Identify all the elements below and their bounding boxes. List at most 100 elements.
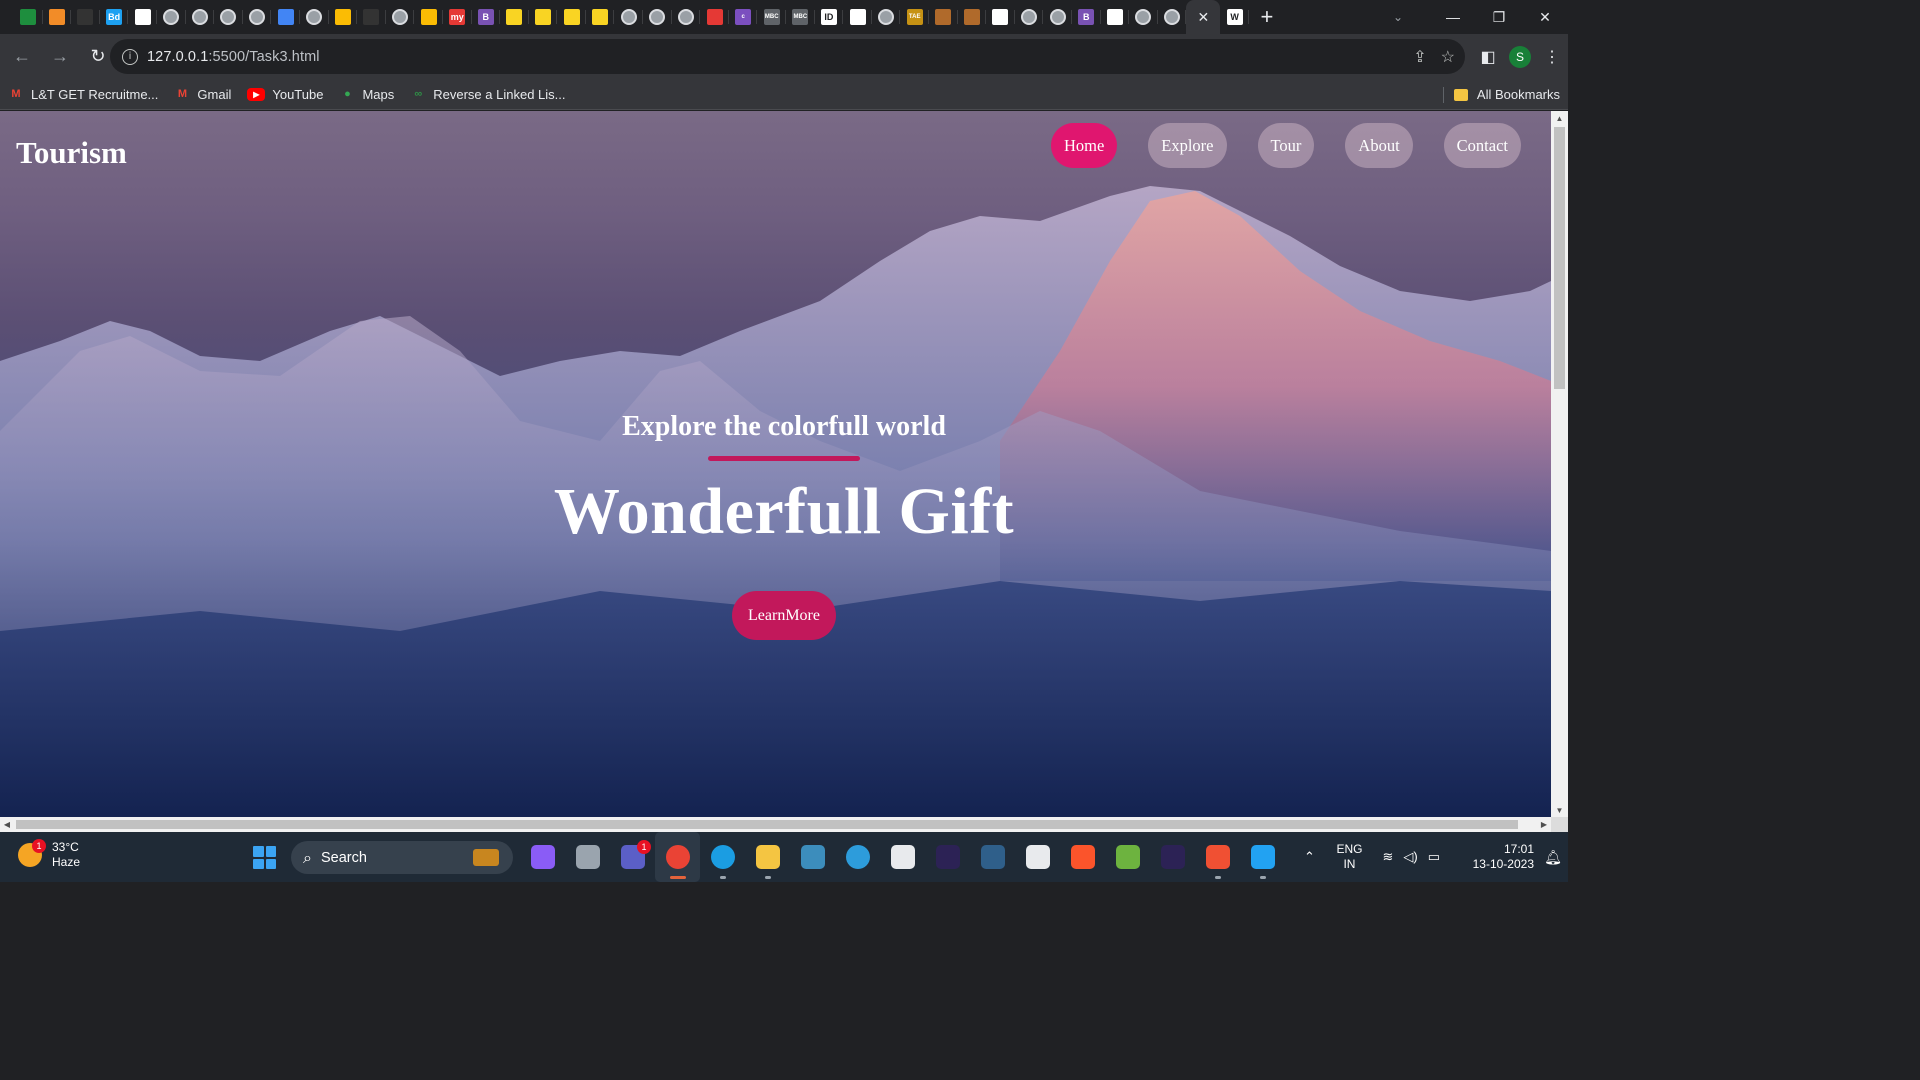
browser-tab[interactable]: MBC bbox=[786, 0, 815, 34]
browser-tab[interactable] bbox=[1043, 0, 1072, 34]
browser-tab[interactable] bbox=[614, 0, 643, 34]
nav-contact[interactable]: Contact bbox=[1443, 123, 1521, 168]
nav-home[interactable]: Home bbox=[1050, 123, 1118, 168]
browser-tab[interactable] bbox=[214, 0, 243, 34]
browser-tab[interactable] bbox=[1158, 0, 1187, 34]
nav-explore[interactable]: Explore bbox=[1148, 123, 1227, 168]
git-taskbar-button[interactable] bbox=[1195, 832, 1240, 882]
url-text[interactable]: 127.0.0.1:5500/Task3.html bbox=[147, 49, 320, 65]
quick-settings[interactable]: ≋ ◁) ▭ bbox=[1374, 849, 1448, 865]
browser-tab[interactable] bbox=[872, 0, 901, 34]
profile-button[interactable]: S bbox=[1504, 41, 1536, 73]
close-window-button[interactable]: ✕ bbox=[1522, 0, 1568, 34]
bookmark-item[interactable]: M L&T GET Recruitme... bbox=[0, 80, 166, 108]
scroll-down-icon[interactable]: ▼ bbox=[1551, 803, 1568, 817]
browser-tab[interactable]: c bbox=[729, 0, 758, 34]
browser-tab[interactable] bbox=[271, 0, 300, 34]
spring-taskbar-button[interactable] bbox=[1105, 832, 1150, 882]
scroll-right-icon[interactable]: ▶ bbox=[1537, 817, 1551, 832]
file-explorer-taskbar-button[interactable] bbox=[745, 832, 790, 882]
address-bar[interactable]: i 127.0.0.1:5500/Task3.html ⇪ ☆ bbox=[110, 39, 1465, 74]
browser-tab[interactable] bbox=[1015, 0, 1044, 34]
bookmark-item[interactable]: ● Maps bbox=[331, 80, 402, 108]
browser-tab[interactable] bbox=[843, 0, 872, 34]
scroll-thumb[interactable] bbox=[1554, 127, 1565, 389]
side-panel-button[interactable]: ◧ bbox=[1472, 41, 1504, 73]
bookmark-item[interactable]: M Gmail bbox=[166, 80, 239, 108]
browser-tab[interactable] bbox=[700, 0, 729, 34]
browser-tab[interactable] bbox=[672, 0, 701, 34]
forward-button[interactable]: → bbox=[44, 41, 76, 73]
task-view-taskbar-button[interactable] bbox=[565, 832, 610, 882]
maximize-button[interactable]: ❐ bbox=[1476, 0, 1522, 34]
notepad-taskbar-button[interactable] bbox=[1015, 832, 1060, 882]
browser-tab[interactable] bbox=[586, 0, 615, 34]
chrome-taskbar-button[interactable] bbox=[655, 832, 700, 882]
browser-tab[interactable] bbox=[414, 0, 443, 34]
bookmark-item[interactable]: ▶ YouTube bbox=[239, 80, 331, 108]
browser-tab[interactable]: ID bbox=[815, 0, 844, 34]
browser-tab[interactable] bbox=[958, 0, 987, 34]
menu-button[interactable]: ⋮ bbox=[1536, 41, 1568, 73]
browser-tab[interactable] bbox=[386, 0, 415, 34]
browser-tab[interactable] bbox=[1129, 0, 1158, 34]
browser-tab[interactable]: B bbox=[1072, 0, 1101, 34]
weather-widget[interactable]: 1 33°C Haze bbox=[18, 839, 80, 870]
vertical-scrollbar[interactable]: ▲ ▼ bbox=[1551, 111, 1568, 817]
nav-tour[interactable]: Tour bbox=[1257, 123, 1315, 168]
browser-tab[interactable] bbox=[186, 0, 215, 34]
taskbar-search[interactable]: ⌕ Search bbox=[291, 841, 513, 874]
notifications-icon[interactable]: 🔔︎ bbox=[1538, 849, 1568, 866]
browser-tab[interactable] bbox=[986, 0, 1015, 34]
browser-tab[interactable]: W bbox=[1220, 0, 1249, 34]
eclipse-taskbar-button[interactable] bbox=[1150, 832, 1195, 882]
browser-tab[interactable] bbox=[357, 0, 386, 34]
star-icon[interactable]: ☆ bbox=[1441, 47, 1455, 67]
store-taskbar-button[interactable] bbox=[880, 832, 925, 882]
browser-tab[interactable] bbox=[14, 0, 43, 34]
browser-tab[interactable]: Bd bbox=[100, 0, 129, 34]
browser-tab[interactable] bbox=[529, 0, 558, 34]
scroll-thumb[interactable] bbox=[16, 820, 1518, 829]
nav-about[interactable]: About bbox=[1345, 123, 1413, 168]
browser-tab[interactable] bbox=[300, 0, 329, 34]
show-hidden-icons-button[interactable]: ⌃ bbox=[1294, 849, 1324, 865]
share-icon[interactable]: ⇪ bbox=[1413, 47, 1426, 67]
edge-taskbar-button[interactable] bbox=[700, 832, 745, 882]
browser-tab[interactable] bbox=[1101, 0, 1130, 34]
browser-tab[interactable] bbox=[329, 0, 358, 34]
browser-tab[interactable] bbox=[71, 0, 100, 34]
browser-tab[interactable] bbox=[128, 0, 157, 34]
browser-tab[interactable] bbox=[43, 0, 72, 34]
mysql-taskbar-button[interactable] bbox=[790, 832, 835, 882]
back-button[interactable]: ← bbox=[6, 41, 38, 73]
eclipse-taskbar-button[interactable] bbox=[925, 832, 970, 882]
scroll-left-icon[interactable]: ◀ bbox=[0, 817, 14, 832]
help-taskbar-button[interactable] bbox=[835, 832, 880, 882]
browser-tab[interactable] bbox=[557, 0, 586, 34]
brave-taskbar-button[interactable] bbox=[1060, 832, 1105, 882]
scroll-up-icon[interactable]: ▲ bbox=[1551, 111, 1568, 125]
browser-tab[interactable] bbox=[643, 0, 672, 34]
browser-tab[interactable] bbox=[243, 0, 272, 34]
bookmark-item[interactable]: ∞ Reverse a Linked Lis... bbox=[402, 80, 573, 108]
browser-tab-active[interactable]: ✕ bbox=[1186, 0, 1221, 34]
language-indicator[interactable]: ENG IN bbox=[1324, 842, 1374, 872]
windows-start-icon[interactable] bbox=[253, 846, 276, 869]
clock[interactable]: 17:01 13-10-2023 bbox=[1448, 842, 1538, 872]
browser-tab[interactable] bbox=[500, 0, 529, 34]
minimize-button[interactable]: — bbox=[1430, 0, 1476, 34]
browser-tab[interactable]: my bbox=[443, 0, 472, 34]
site-info-icon[interactable]: i bbox=[122, 48, 138, 65]
copilot-taskbar-button[interactable] bbox=[520, 832, 565, 882]
tab-search-button[interactable]: ⌄ bbox=[1380, 0, 1416, 34]
new-tab-button[interactable]: + bbox=[1249, 0, 1285, 34]
browser-tab[interactable]: TAE bbox=[900, 0, 929, 34]
learn-more-button[interactable]: LearnMore bbox=[732, 591, 836, 640]
vscode-taskbar-button[interactable] bbox=[1240, 832, 1285, 882]
horizontal-scrollbar[interactable]: ◀ ▶ bbox=[0, 817, 1551, 832]
mysql-workbench-taskbar-button[interactable] bbox=[970, 832, 1015, 882]
browser-tab[interactable]: B bbox=[472, 0, 501, 34]
all-bookmarks-button[interactable]: All Bookmarks bbox=[1442, 79, 1560, 110]
browser-tab[interactable] bbox=[929, 0, 958, 34]
